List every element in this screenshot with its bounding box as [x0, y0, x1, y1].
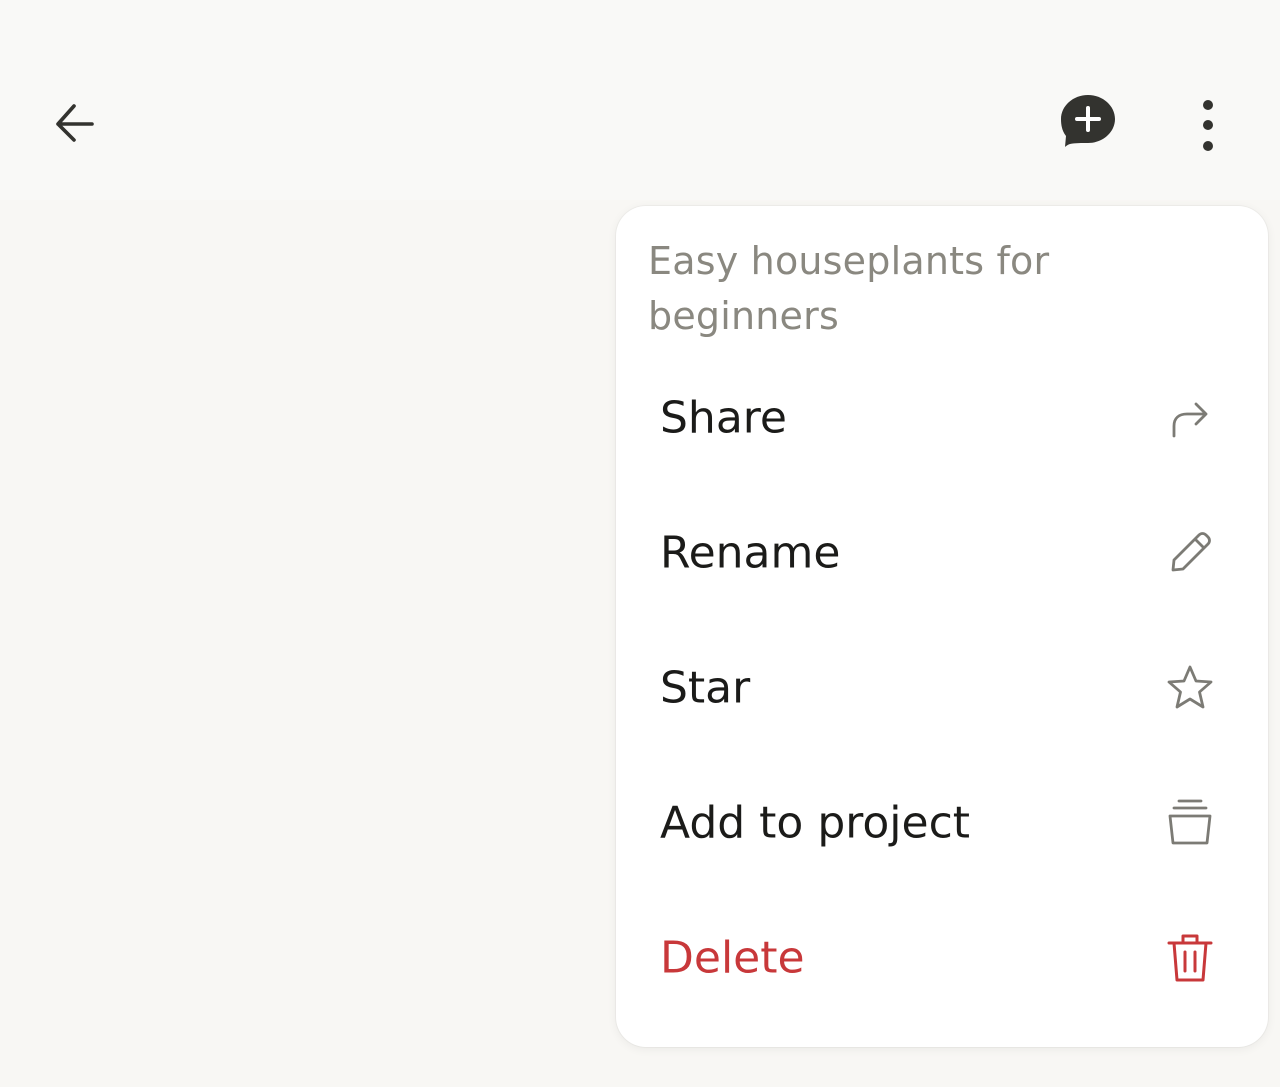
- share-arrow-icon: [1160, 388, 1220, 448]
- menu-item-label: Delete: [660, 932, 805, 984]
- menu-item-label: Add to project: [660, 797, 971, 849]
- star-icon: [1160, 658, 1220, 718]
- menu-item-label: Star: [660, 662, 751, 714]
- trash-icon: [1160, 928, 1220, 988]
- top-bar: [0, 0, 1280, 200]
- project-stack-icon: [1160, 793, 1220, 853]
- menu-item-star[interactable]: Star: [616, 633, 1268, 743]
- menu-item-share[interactable]: Share: [616, 363, 1268, 473]
- menu-item-label: Share: [660, 392, 787, 444]
- pencil-icon: [1160, 523, 1220, 583]
- vertical-dots-icon: [1203, 100, 1213, 151]
- back-button[interactable]: [36, 88, 108, 160]
- menu-item-rename[interactable]: Rename: [616, 498, 1268, 608]
- more-options-button[interactable]: [1172, 86, 1244, 158]
- conversation-options-menu: Easy houseplants for beginners Share Ren…: [616, 206, 1268, 1047]
- menu-title: Easy houseplants for beginners: [648, 239, 1050, 338]
- menu-item-label: Rename: [660, 527, 841, 579]
- chat-plus-icon: [1061, 95, 1115, 147]
- menu-item-delete[interactable]: Delete: [616, 903, 1268, 1013]
- menu-item-add-to-project[interactable]: Add to project: [616, 768, 1268, 878]
- arrow-left-icon: [56, 104, 94, 142]
- new-chat-button[interactable]: [1052, 86, 1124, 158]
